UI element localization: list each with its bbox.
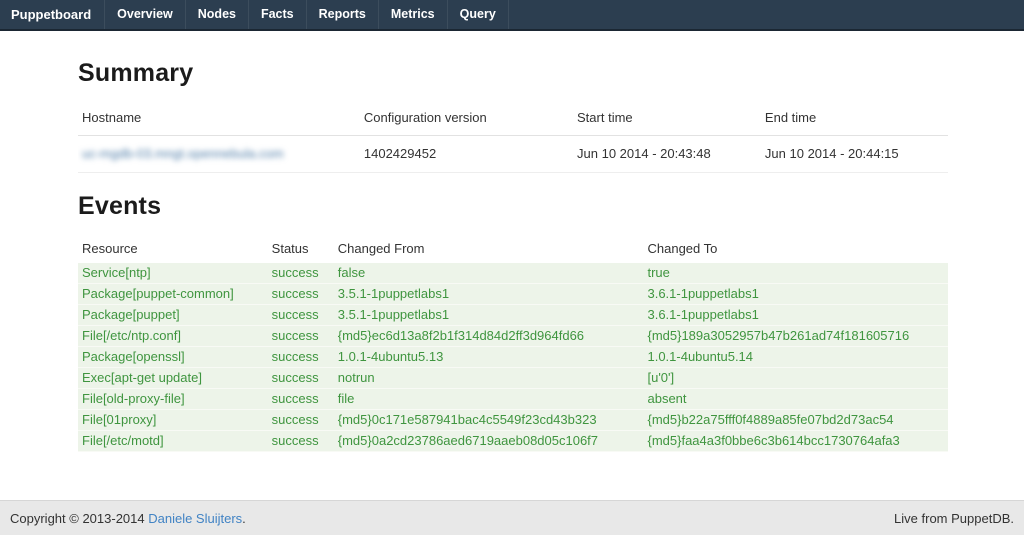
resource-cell: Package[openssl] [78, 347, 268, 368]
col-header-config-version: Configuration version [360, 103, 573, 136]
changed-from-cell: {md5}ec6d13a8f2b1f314d84d2ff3d964fd66 [334, 326, 644, 347]
resource-cell: File[old-proxy-file] [78, 389, 268, 410]
changed-to-cell: absent [643, 389, 948, 410]
nav-item-query[interactable]: Query [447, 0, 509, 29]
nav-item-nodes[interactable]: Nodes [185, 0, 248, 29]
table-row: File[/etc/ntp.conf] success {md5}ec6d13a… [78, 326, 948, 347]
resource-cell: File[/etc/motd] [78, 431, 268, 452]
events-heading: Events [78, 192, 948, 221]
changed-from-cell: {md5}0c171e587941bac4c5549f23cd43b323 [334, 410, 644, 431]
changed-from-cell: false [334, 263, 644, 284]
config-version-value: 1402429452 [360, 136, 573, 173]
status-cell: success [268, 347, 334, 368]
changed-to-cell: 1.0.1-4ubuntu5.14 [643, 347, 948, 368]
changed-to-cell: {md5}faa4a3f0bbe6c3b614bcc1730764afa3 [643, 431, 948, 452]
changed-to-cell: [u'0'] [643, 368, 948, 389]
copyright-text: Copyright © 2013-2014 [10, 511, 148, 526]
footer-copyright: Copyright © 2013-2014 Daniele Sluijters. [10, 511, 246, 526]
changed-from-cell: notrun [334, 368, 644, 389]
nav-item-reports[interactable]: Reports [306, 0, 378, 29]
status-cell: success [268, 431, 334, 452]
resource-cell: Package[puppet] [78, 305, 268, 326]
changed-from-cell: 3.5.1-1puppetlabs1 [334, 305, 644, 326]
nav-item-facts[interactable]: Facts [248, 0, 306, 29]
changed-from-cell: 3.5.1-1puppetlabs1 [334, 284, 644, 305]
end-time-value: Jun 10 2014 - 20:44:15 [761, 136, 948, 173]
author-link[interactable]: Daniele Sluijters [148, 511, 242, 526]
status-cell: success [268, 305, 334, 326]
col-header-changed-from: Changed From [334, 236, 644, 263]
table-row: Exec[apt-get update] success notrun [u'0… [78, 368, 948, 389]
table-row: File[/etc/motd] success {md5}0a2cd23786a… [78, 431, 948, 452]
changed-to-cell: {md5}189a3052957b47b261ad74f181605716 [643, 326, 948, 347]
status-cell: success [268, 263, 334, 284]
status-cell: success [268, 326, 334, 347]
col-header-hostname: Hostname [78, 103, 360, 136]
summary-header-row: Hostname Configuration version Start tim… [78, 103, 948, 136]
col-header-end-time: End time [761, 103, 948, 136]
changed-from-cell: {md5}0a2cd23786aed6719aaeb08d05c106f7 [334, 431, 644, 452]
start-time-value: Jun 10 2014 - 20:43:48 [573, 136, 761, 173]
col-header-changed-to: Changed To [643, 236, 948, 263]
col-header-start-time: Start time [573, 103, 761, 136]
table-row: Package[puppet-common] success 3.5.1-1pu… [78, 284, 948, 305]
changed-to-cell: true [643, 263, 948, 284]
table-row: Package[puppet] success 3.5.1-1puppetlab… [78, 305, 948, 326]
events-table: Resource Status Changed From Changed To … [78, 236, 948, 452]
nav-item-overview[interactable]: Overview [104, 0, 185, 29]
events-header-row: Resource Status Changed From Changed To [78, 236, 948, 263]
table-row: File[01proxy] success {md5}0c171e587941b… [78, 410, 948, 431]
navbar: Puppetboard Overview Nodes Facts Reports… [0, 0, 1024, 31]
summary-row: uc-mgdb-03.mngt.opennebula.com 140242945… [78, 136, 948, 173]
table-row: Service[ntp] success false true [78, 263, 948, 284]
resource-cell: File[/etc/ntp.conf] [78, 326, 268, 347]
resource-cell: Service[ntp] [78, 263, 268, 284]
resource-cell: Package[puppet-common] [78, 284, 268, 305]
main-content: Summary Hostname Configuration version S… [78, 59, 948, 452]
col-header-status: Status [268, 236, 334, 263]
status-cell: success [268, 368, 334, 389]
changed-from-cell: file [334, 389, 644, 410]
footer: Copyright © 2013-2014 Daniele Sluijters.… [0, 500, 1024, 535]
status-cell: success [268, 410, 334, 431]
puppetdb-status: Live from PuppetDB. [894, 511, 1014, 526]
summary-table: Hostname Configuration version Start tim… [78, 103, 948, 173]
status-cell: success [268, 284, 334, 305]
status-cell: success [268, 389, 334, 410]
resource-cell: Exec[apt-get update] [78, 368, 268, 389]
hostname-link-blurred[interactable]: uc-mgdb-03.mngt.opennebula.com [82, 146, 284, 161]
nav-item-metrics[interactable]: Metrics [378, 0, 447, 29]
changed-from-cell: 1.0.1-4ubuntu5.13 [334, 347, 644, 368]
table-row: File[old-proxy-file] success file absent [78, 389, 948, 410]
col-header-resource: Resource [78, 236, 268, 263]
changed-to-cell: 3.6.1-1puppetlabs1 [643, 284, 948, 305]
changed-to-cell: {md5}b22a75fff0f4889a85fe07bd2d73ac54 [643, 410, 948, 431]
resource-cell: File[01proxy] [78, 410, 268, 431]
summary-heading: Summary [78, 59, 948, 88]
changed-to-cell: 3.6.1-1puppetlabs1 [643, 305, 948, 326]
table-row: Package[openssl] success 1.0.1-4ubuntu5.… [78, 347, 948, 368]
navbar-brand[interactable]: Puppetboard [0, 0, 104, 29]
copyright-period: . [242, 511, 246, 526]
